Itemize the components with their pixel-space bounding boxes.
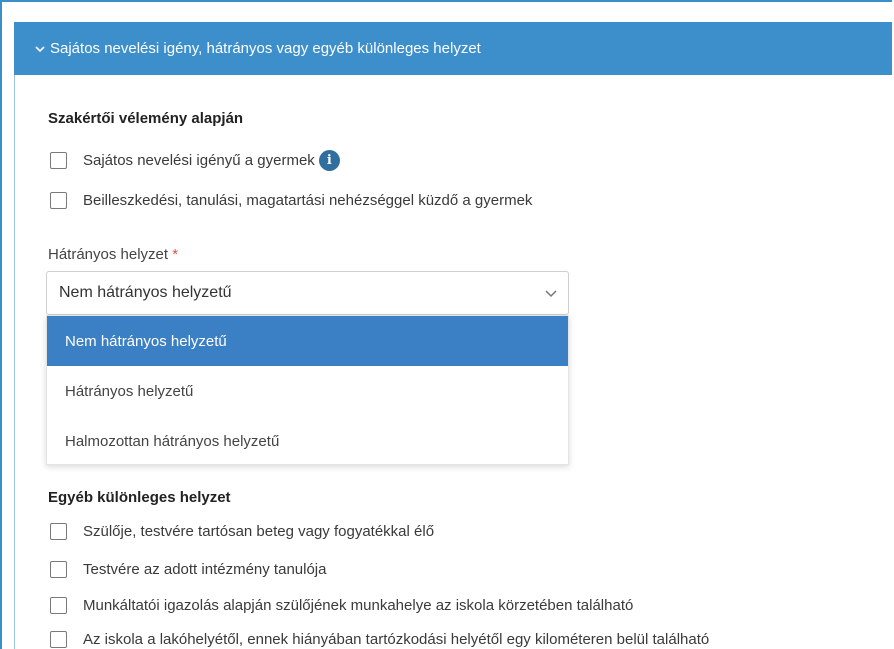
expert-group-title: Szakértői vélemény alapján bbox=[48, 110, 244, 127]
section-title: Sajátos nevelési igény, hátrányos vagy e… bbox=[50, 40, 481, 57]
disadvantage-dropdown-menu: Nem hátrányos helyzetű Hátrányos helyzet… bbox=[46, 315, 569, 465]
dropdown-option-multiply-disadvantaged[interactable]: Halmozottan hátrányos helyzetű bbox=[47, 416, 568, 466]
chevron-down-icon bbox=[35, 45, 45, 52]
sibling-student-checkbox[interactable] bbox=[50, 561, 67, 578]
required-marker: * bbox=[172, 246, 179, 263]
disadvantage-selected-value: Nem hátrányos helyzetű bbox=[59, 284, 232, 301]
checkbox-row-learning-difficulty: Beilleszkedési, tanulási, magatartási ne… bbox=[50, 192, 532, 209]
info-icon[interactable]: i bbox=[318, 150, 340, 171]
disadvantage-field-label: Hátrányos helyzet * bbox=[48, 246, 178, 263]
section-border bbox=[14, 75, 15, 649]
disadvantage-label: Hátrányos helyzet bbox=[48, 246, 169, 263]
school-nearby-checkbox[interactable] bbox=[50, 631, 67, 648]
learning-difficulty-checkbox[interactable] bbox=[50, 192, 67, 209]
parent-ill-label: Szülője, testvére tartósan beteg vagy fo… bbox=[83, 523, 435, 540]
other-group-title: Egyéb különleges helyzet bbox=[48, 489, 231, 506]
checkbox-row-special-needs: Sajátos nevelési igényű a gyermek i bbox=[50, 150, 340, 171]
checkbox-row-parent-workplace: Munkáltatói igazolás alapján szülőjének … bbox=[50, 597, 633, 614]
dropdown-option-not-disadvantaged[interactable]: Nem hátrányos helyzetű bbox=[47, 316, 568, 366]
special-needs-label: Sajátos nevelési igényű a gyermek bbox=[83, 152, 315, 169]
checkbox-row-parent-ill: Szülője, testvére tartósan beteg vagy fo… bbox=[50, 523, 434, 540]
parent-workplace-label: Munkáltatói igazolás alapján szülőjének … bbox=[83, 597, 634, 614]
checkbox-row-sibling-student: Testvére az adott intézmény tanulója bbox=[50, 561, 326, 578]
section-header-special-needs[interactable]: Sajátos nevelési igény, hátrányos vagy e… bbox=[14, 22, 892, 75]
dropdown-option-disadvantaged[interactable]: Hátrányos helyzetű bbox=[47, 366, 568, 416]
parent-workplace-checkbox[interactable] bbox=[50, 597, 67, 614]
disadvantage-select[interactable]: Nem hátrányos helyzetű bbox=[46, 271, 569, 315]
learning-difficulty-label: Beilleszkedési, tanulási, magatartási ne… bbox=[83, 192, 533, 209]
checkbox-row-school-nearby: Az iskola a lakóhelyétől, ennek hiányába… bbox=[50, 631, 709, 648]
chevron-down-icon bbox=[545, 290, 557, 298]
special-needs-checkbox[interactable] bbox=[50, 152, 67, 169]
school-nearby-label: Az iskola a lakóhelyétől, ennek hiányába… bbox=[83, 631, 710, 648]
sibling-student-label: Testvére az adott intézmény tanulója bbox=[83, 561, 327, 578]
parent-ill-checkbox[interactable] bbox=[50, 523, 67, 540]
form-panel: Sajátos nevelési igény, hátrányos vagy e… bbox=[0, 0, 892, 649]
